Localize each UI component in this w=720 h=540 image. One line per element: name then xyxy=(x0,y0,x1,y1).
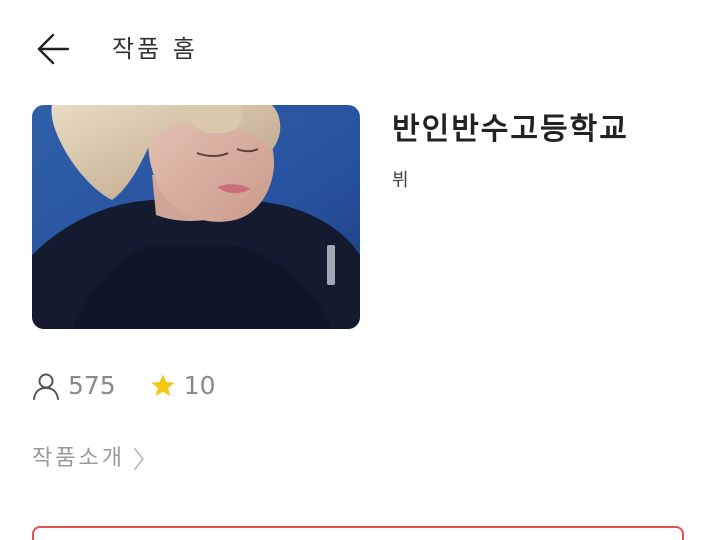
stats-row: 575 10 xyxy=(32,366,250,406)
reader-count: 575 xyxy=(32,366,116,406)
person-icon xyxy=(33,373,59,400)
reader-count-value: 575 xyxy=(68,371,116,400)
back-button[interactable] xyxy=(30,28,76,70)
work-intro-link[interactable]: 작품소개 xyxy=(32,440,147,478)
work-home-screen: 작품 홈 반인반수고등학교 뷔 575 10 작품소개 xyxy=(0,0,720,540)
top-bar: 작품 홈 xyxy=(0,0,720,96)
arrow-left-icon xyxy=(37,33,70,65)
page-title: 작품 홈 xyxy=(112,35,198,63)
star-icon xyxy=(151,374,175,396)
author-name[interactable]: 뷔 xyxy=(392,168,409,194)
chevron-right-icon xyxy=(134,448,144,470)
star-count-value: 10 xyxy=(183,371,216,400)
cover-image xyxy=(32,105,360,329)
action-button-outline[interactable] xyxy=(32,526,684,540)
star-count: 10 xyxy=(150,366,216,406)
work-title: 반인반수고등학교 xyxy=(392,112,629,147)
work-intro-label: 작품소개 xyxy=(32,446,125,471)
